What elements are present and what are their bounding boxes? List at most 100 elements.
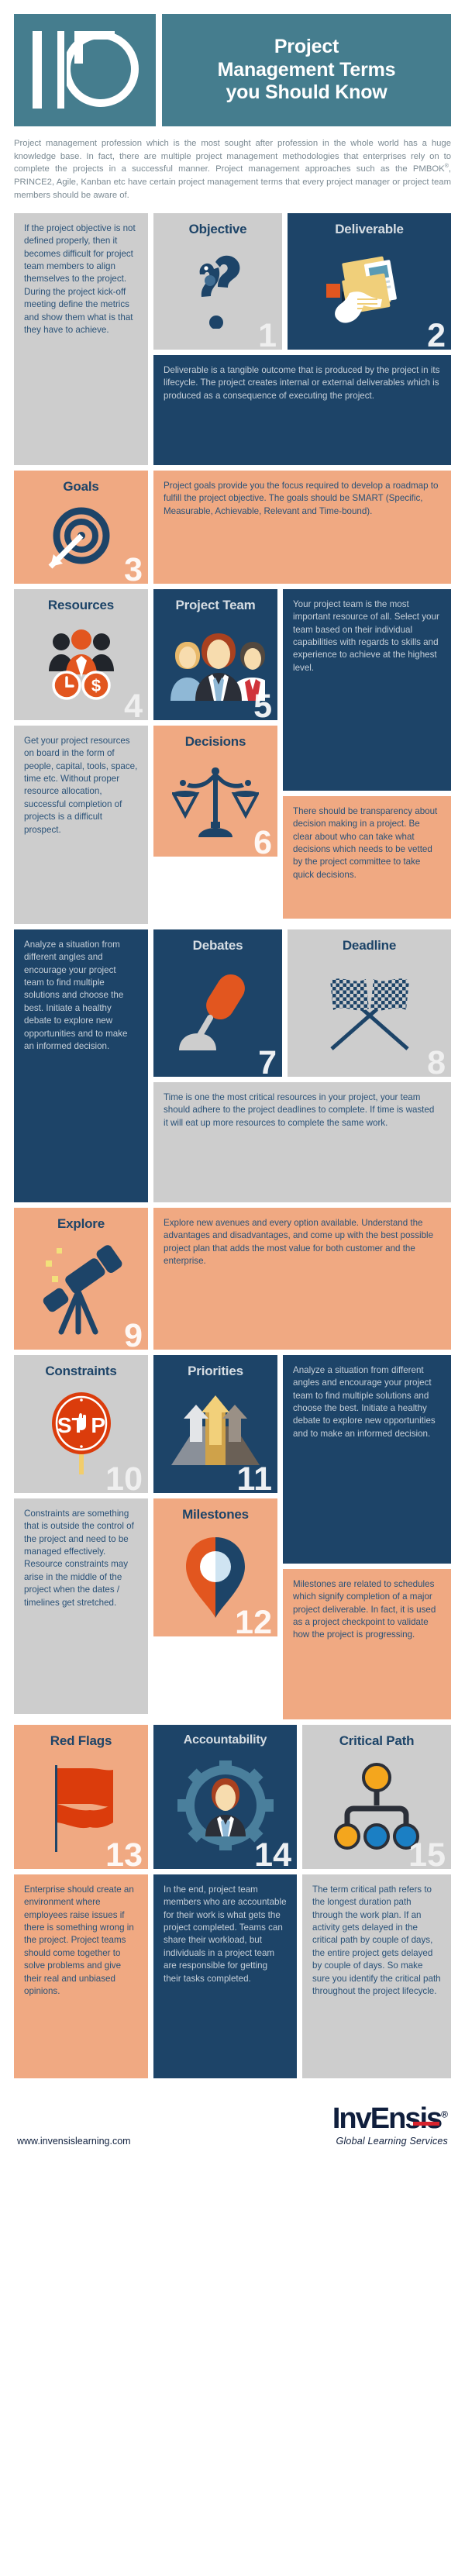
logo-red-bar-decor [412,2121,439,2126]
card-objective[interactable]: Objective 1 [153,212,282,350]
intro-part1: Project management profession which is t… [14,139,451,174]
red-flags-description: Enterprise should create an environment … [24,1884,134,1997]
resources-number: 4 [124,687,143,720]
header: 15 Project Management Terms you Should K… [14,14,451,126]
card-project-team[interactable]: Project Team 5 [153,588,277,720]
card-debates[interactable]: Debates 7 [153,929,282,1077]
infographic-page: 15 Project Management Terms you Should K… [0,0,465,2159]
page-title-line2: Management Terms [217,58,396,81]
card-constraints[interactable]: Constraints ST P 10 [14,1354,148,1493]
card-deliverable[interactable]: Deliverable 2 [288,212,451,350]
goals-description: Project goals provide you the focus requ… [164,480,439,516]
logo-name-text: InvEnsis [332,2102,443,2135]
website-url[interactable]: www.invensislearning.com [17,2136,131,2147]
card-red-flags[interactable]: Red Flags 13 [14,1724,148,1869]
row-objective-deliverable: If the project objective is not defined … [14,212,451,465]
deadline-description: Time is one the most critical resources … [164,1091,435,1128]
objective-number: 1 [258,316,277,350]
logo-registered-mark: ® [441,2108,448,2119]
card-debates-description: Analyze a situation from different angle… [14,929,148,1202]
project-team-description: Your project team is the most important … [293,598,439,673]
row-resources-team-decisions: Resources $ 4 Get your project resources… [14,588,451,924]
card-milestones-description: Milestones are related to schedules whic… [283,1568,451,1719]
card-critical-path-description: The term critical path refers to the lon… [302,1874,451,2078]
logo-tagline: Global Learning Services [336,2135,448,2147]
card-deadline-description: Time is one the most critical resources … [153,1081,451,1202]
objective-title: Objective [188,221,247,236]
card-constraints-description: Constraints are something that is outsid… [14,1498,148,1714]
card-deadline[interactable]: Deadline 8 [288,929,451,1077]
page-title-line1: Project [274,36,339,58]
card-goals-description: Project goals provide you the focus requ… [153,470,451,584]
row-debates-deadline: Analyze a situation from different angle… [14,929,451,1202]
accountability-description: In the end, project team members who are… [164,1884,287,1984]
critical-path-description: The term critical path refers to the lon… [312,1884,441,1997]
red-flags-number: 13 [105,1836,143,1869]
page-title: Project Management Terms you Should Know [218,36,396,105]
page-title-line3: you Should Know [226,81,388,104]
row-redflags-accountability-criticalpath: Red Flags 13 Enterprise should create an… [14,1724,451,2078]
constraints-description: Constraints are something that is outsid… [24,1508,134,1608]
objective-description: If the project objective is not defined … [24,222,136,336]
deadline-title: Deadline [342,937,397,953]
card-decisions-description: There should be transparency about decis… [283,795,451,919]
explore-number: 9 [124,1316,143,1350]
explore-description: Explore new avenues and every option ava… [164,1217,434,1266]
number-one-stroke [33,31,42,109]
number-divider-stroke [57,31,64,109]
deliverable-description: Deliverable is a tangible outcome that i… [164,364,440,401]
decisions-number: 6 [253,823,272,857]
number-five-left-stroke [74,31,83,64]
card-critical-path[interactable]: Critical Path 15 [302,1724,451,1869]
explore-title: Explore [57,1216,105,1231]
goals-number: 3 [124,550,143,584]
milestones-title: Milestones [182,1506,249,1522]
logo-wordmark: InvEnsis® [332,2104,448,2133]
accountability-number: 14 [254,1836,291,1869]
card-project-team-description: Your project team is the most important … [283,588,451,791]
header-title-block: Project Management Terms you Should Know [162,14,451,126]
goals-title: Goals [63,478,99,494]
critical-path-number: 15 [408,1836,446,1869]
card-milestones[interactable]: Milestones 12 [153,1498,277,1636]
milestones-number: 12 [235,1603,272,1636]
constraints-title: Constraints [45,1363,117,1378]
decisions-title: Decisions [184,733,246,749]
red-flags-title: Red Flags [50,1733,112,1748]
priorities-title: Priorities [188,1363,243,1378]
header-number-block: 15 [14,14,156,126]
card-priorities[interactable]: Priorities 11 [153,1354,277,1493]
resources-title: Resources [47,597,115,612]
invensis-logo: InvEnsis® Global Learning Services [332,2104,448,2147]
card-decisions[interactable]: Decisions 6 [153,725,277,857]
card-deliverable-description: Deliverable is a tangible outcome that i… [153,354,451,465]
footer: www.invensislearning.com InvEnsis® Globa… [14,2084,451,2159]
intro-paragraph: Project management profession which is t… [14,137,451,202]
deadline-number: 8 [427,1043,446,1077]
card-explore[interactable]: Explore 9 [14,1207,148,1350]
priorities-number: 11 [236,1460,272,1493]
card-accountability-description: In the end, project team members who are… [153,1874,297,2078]
priorities-description: Analyze a situation from different angle… [293,1364,436,1439]
constraints-number: 10 [105,1460,143,1493]
card-resources[interactable]: Resources $ 4 [14,588,148,720]
card-priorities-description: Analyze a situation from different angle… [283,1354,451,1564]
resources-description: Get your project resources on board in t… [24,735,138,835]
row-goals: Goals 3 Project goals provide you the fo… [14,470,451,584]
row-constraints-priorities-milestones: Constraints ST P 10 Constraints are some… [14,1354,451,1719]
decisions-description: There should be transparency about decis… [293,805,438,880]
card-resources-description: Get your project resources on board in t… [14,725,148,924]
debates-description: Analyze a situation from different angle… [24,939,128,1052]
row-explore: Explore 9 Explore new avenues and every … [14,1207,451,1350]
card-objective-description: If the project objective is not defined … [14,212,148,465]
milestones-description: Milestones are related to schedules whic… [293,1578,436,1640]
deliverable-title: Deliverable [335,221,404,236]
card-explore-description: Explore new avenues and every option ava… [153,1207,451,1350]
card-goals[interactable]: Goals 3 [14,470,148,584]
project-team-number: 5 [253,687,272,720]
accountability-title: Accountability [183,1733,267,1747]
debates-title: Debates [192,937,243,953]
project-team-title: Project Team [175,597,256,612]
deliverable-number: 2 [427,316,446,350]
card-accountability[interactable]: Accountability 14 [153,1724,297,1869]
